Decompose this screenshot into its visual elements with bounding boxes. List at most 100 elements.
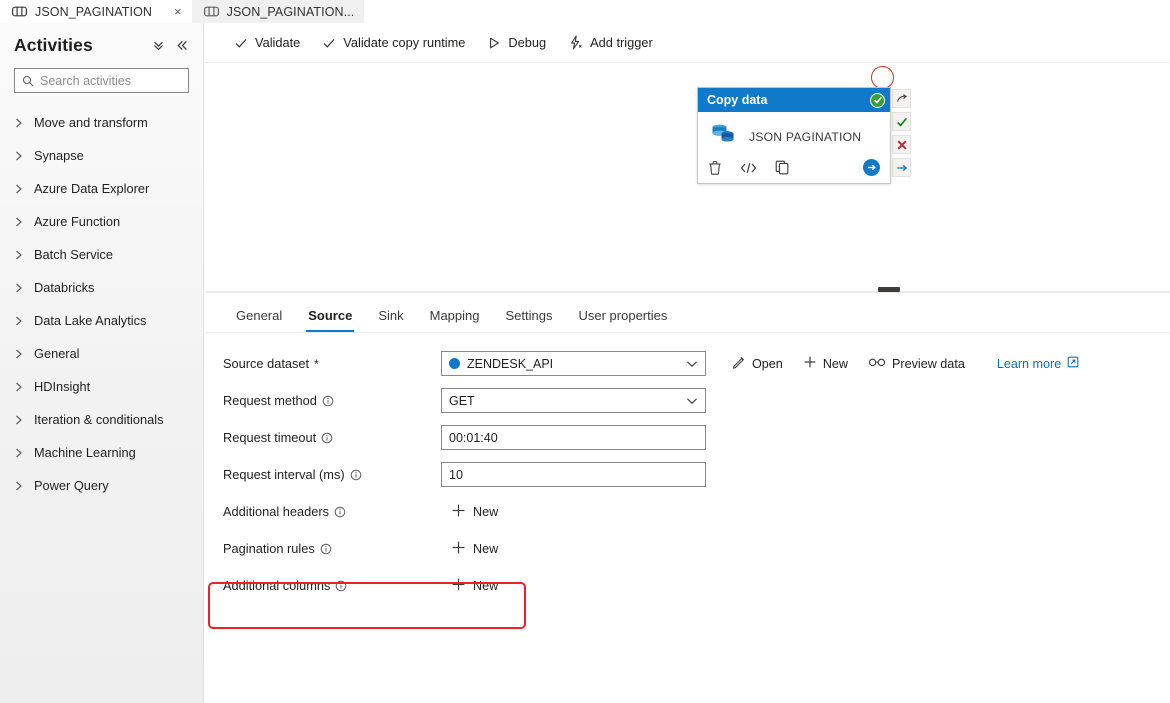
pagination-rules-control: New: [441, 537, 706, 561]
learn-more-link[interactable]: Learn more: [987, 351, 1089, 377]
open-dataset-button[interactable]: Open: [722, 351, 793, 377]
request-method-select[interactable]: GET: [441, 388, 706, 413]
external-link-icon: [1067, 356, 1079, 371]
pipeline-toolbar: Validate Validate copy runtime Debug Add: [205, 23, 1170, 63]
request-timeout-input[interactable]: 00:01:40: [441, 425, 706, 450]
red-circle-annotation: [871, 66, 894, 89]
panel-resize-handle[interactable]: [878, 287, 900, 292]
copy-data-activity-node[interactable]: Copy data JSON PAGINATION: [697, 87, 891, 184]
tab-strip: JSON_PAGINATION × JSON_PAGINATION...: [0, 0, 1170, 23]
tab-source[interactable]: Source: [295, 308, 365, 332]
source-dataset-select[interactable]: ZENDESK_API: [441, 351, 706, 376]
activity-node-footer: [698, 156, 890, 183]
code-icon[interactable]: [740, 161, 757, 175]
info-icon[interactable]: [335, 580, 347, 592]
add-additional-column-button[interactable]: New: [447, 574, 506, 598]
validate-copy-runtime-button[interactable]: Validate copy runtime: [311, 28, 476, 58]
check-icon: [234, 36, 248, 50]
add-trigger-label: Add trigger: [590, 35, 653, 50]
pencil-icon: [732, 355, 746, 372]
sidebar-item-general[interactable]: General: [0, 337, 203, 370]
chevron-right-icon: [14, 249, 24, 261]
add-pagination-rule-button[interactable]: New: [447, 537, 506, 561]
source-form: Source dataset * ZENDESK_API: [205, 333, 1170, 604]
search-activities-box[interactable]: [14, 68, 189, 93]
skipped-output-connector[interactable]: [892, 89, 911, 108]
sidebar-item-data-lake-analytics[interactable]: Data Lake Analytics: [0, 304, 203, 337]
sidebar-item-machine-learning[interactable]: Machine Learning: [0, 436, 203, 469]
sidebar-item-label: General: [34, 346, 80, 361]
tab-sink[interactable]: Sink: [365, 308, 416, 332]
chevron-right-icon: [14, 282, 24, 294]
search-input[interactable]: [40, 74, 181, 88]
sidebar-item-azure-data-explorer[interactable]: Azure Data Explorer: [0, 172, 203, 205]
add-additional-header-button[interactable]: New: [447, 500, 506, 524]
info-icon[interactable]: [320, 543, 332, 555]
delete-icon[interactable]: [708, 160, 722, 175]
new-dataset-button[interactable]: New: [793, 351, 858, 377]
activity-type-label: Copy data: [707, 93, 767, 107]
sidebar-item-hdinsight[interactable]: HDInsight: [0, 370, 203, 403]
tab-json-pagination-secondary[interactable]: JSON_PAGINATION...: [192, 0, 365, 23]
sidebar-item-label: Synapse: [34, 148, 84, 163]
success-output-connector[interactable]: [892, 112, 911, 131]
copy-data-icon: [708, 121, 738, 152]
page-title: Activities: [14, 35, 93, 56]
sidebar-item-move-and-transform[interactable]: Move and transform: [0, 106, 203, 139]
plus-icon: [803, 355, 817, 372]
sidebar-item-iteration-and-conditionals[interactable]: Iteration & conditionals: [0, 403, 203, 436]
tab-settings[interactable]: Settings: [493, 308, 566, 332]
chevron-double-down-icon[interactable]: [152, 39, 165, 52]
tab-mapping[interactable]: Mapping: [417, 308, 493, 332]
info-icon[interactable]: [321, 432, 333, 444]
tab-json-pagination-pipeline[interactable]: JSON_PAGINATION ×: [0, 0, 192, 23]
search-icon: [22, 75, 34, 87]
glasses-icon: [868, 356, 886, 371]
activities-sidebar: Activities: [0, 23, 204, 703]
sidebar-item-label: HDInsight: [34, 379, 90, 394]
info-icon[interactable]: [350, 469, 362, 481]
request-interval-label: Request interval (ms): [223, 467, 345, 482]
validate-button[interactable]: Validate: [223, 28, 311, 58]
pagination-rules-label-group: Pagination rules: [223, 541, 441, 556]
activity-category-list: Move and transform Synapse Azure Data Ex…: [0, 106, 203, 502]
validate-label: Validate: [255, 35, 300, 50]
pipeline-canvas[interactable]: Copy data JSON PAGINATION: [205, 64, 1170, 292]
preview-data-button[interactable]: Preview data: [858, 351, 975, 377]
completion-output-connector[interactable]: [892, 158, 911, 177]
sidebar-item-batch-service[interactable]: Batch Service: [0, 238, 203, 271]
request-timeout-value: 00:01:40: [449, 431, 498, 445]
source-dataset-label: Source dataset: [223, 356, 309, 371]
additional-headers-label-group: Additional headers: [223, 504, 441, 519]
info-icon[interactable]: [322, 395, 334, 407]
sidebar-item-databricks[interactable]: Databricks: [0, 271, 203, 304]
chevron-right-icon: [14, 348, 24, 360]
tab-user-properties[interactable]: User properties: [565, 308, 680, 332]
sidebar-header: Activities: [0, 23, 203, 58]
close-icon[interactable]: ×: [174, 5, 182, 18]
dataset-icon: [449, 358, 460, 369]
activity-output-connectors: [892, 89, 911, 177]
chevron-double-left-icon[interactable]: [176, 39, 189, 52]
chevron-right-icon: [14, 447, 24, 459]
required-marker: *: [314, 357, 319, 371]
tab-general[interactable]: General: [223, 308, 295, 332]
request-method-row: Request method GET: [205, 382, 1170, 419]
failure-output-connector[interactable]: [892, 135, 911, 154]
sidebar-item-power-query[interactable]: Power Query: [0, 469, 203, 502]
additional-columns-label: Additional columns: [223, 578, 330, 593]
sidebar-item-label: Data Lake Analytics: [34, 313, 146, 328]
clone-icon[interactable]: [775, 160, 790, 175]
info-icon[interactable]: [334, 506, 346, 518]
sidebar-item-synapse[interactable]: Synapse: [0, 139, 203, 172]
additional-columns-row: Additional columns: [205, 567, 1170, 604]
activity-node-header: Copy data: [698, 88, 890, 112]
source-dataset-row: Source dataset * ZENDESK_API: [205, 345, 1170, 382]
request-interval-input[interactable]: 10: [441, 462, 706, 487]
additional-headers-control: New: [441, 500, 706, 524]
blue-arrow-right-icon[interactable]: [863, 159, 880, 176]
sidebar-item-azure-function[interactable]: Azure Function: [0, 205, 203, 238]
sidebar-header-actions: [152, 39, 189, 52]
debug-button[interactable]: Debug: [476, 28, 557, 58]
add-trigger-button[interactable]: Add trigger: [557, 28, 664, 58]
